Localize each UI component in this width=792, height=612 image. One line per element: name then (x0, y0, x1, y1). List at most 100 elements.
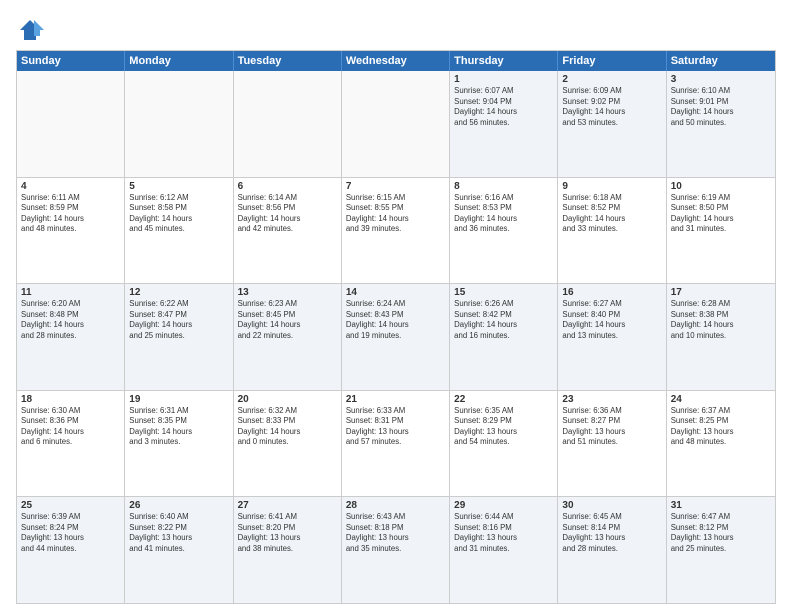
cell-info: Sunrise: 6:40 AM Sunset: 8:22 PM Dayligh… (129, 512, 228, 554)
day-cell-11: 11Sunrise: 6:20 AM Sunset: 8:48 PM Dayli… (17, 284, 125, 390)
calendar-header: SundayMondayTuesdayWednesdayThursdayFrid… (17, 51, 775, 71)
day-cell-12: 12Sunrise: 6:22 AM Sunset: 8:47 PM Dayli… (125, 284, 233, 390)
day-number: 5 (129, 181, 228, 192)
cell-info: Sunrise: 6:26 AM Sunset: 8:42 PM Dayligh… (454, 299, 553, 341)
cell-info: Sunrise: 6:30 AM Sunset: 8:36 PM Dayligh… (21, 406, 120, 448)
day-cell-26: 26Sunrise: 6:40 AM Sunset: 8:22 PM Dayli… (125, 497, 233, 603)
cell-info: Sunrise: 6:45 AM Sunset: 8:14 PM Dayligh… (562, 512, 661, 554)
logo (16, 16, 48, 44)
day-cell-3: 3Sunrise: 6:10 AM Sunset: 9:01 PM Daylig… (667, 71, 775, 177)
header-day-sunday: Sunday (17, 51, 125, 71)
day-cell-13: 13Sunrise: 6:23 AM Sunset: 8:45 PM Dayli… (234, 284, 342, 390)
day-number: 18 (21, 394, 120, 405)
day-number: 10 (671, 181, 771, 192)
day-number: 26 (129, 500, 228, 511)
day-cell-25: 25Sunrise: 6:39 AM Sunset: 8:24 PM Dayli… (17, 497, 125, 603)
cell-info: Sunrise: 6:43 AM Sunset: 8:18 PM Dayligh… (346, 512, 445, 554)
cell-info: Sunrise: 6:24 AM Sunset: 8:43 PM Dayligh… (346, 299, 445, 341)
day-cell-21: 21Sunrise: 6:33 AM Sunset: 8:31 PM Dayli… (342, 391, 450, 497)
day-cell-31: 31Sunrise: 6:47 AM Sunset: 8:12 PM Dayli… (667, 497, 775, 603)
header-day-friday: Friday (558, 51, 666, 71)
day-cell-23: 23Sunrise: 6:36 AM Sunset: 8:27 PM Dayli… (558, 391, 666, 497)
cell-info: Sunrise: 6:18 AM Sunset: 8:52 PM Dayligh… (562, 193, 661, 235)
day-number: 13 (238, 287, 337, 298)
day-number: 27 (238, 500, 337, 511)
day-number: 7 (346, 181, 445, 192)
cell-info: Sunrise: 6:15 AM Sunset: 8:55 PM Dayligh… (346, 193, 445, 235)
empty-cell-0-1 (125, 71, 233, 177)
day-cell-1: 1Sunrise: 6:07 AM Sunset: 9:04 PM Daylig… (450, 71, 558, 177)
empty-cell-0-2 (234, 71, 342, 177)
day-cell-17: 17Sunrise: 6:28 AM Sunset: 8:38 PM Dayli… (667, 284, 775, 390)
header-day-saturday: Saturday (667, 51, 775, 71)
logo-icon (16, 16, 44, 44)
day-number: 20 (238, 394, 337, 405)
cell-info: Sunrise: 6:35 AM Sunset: 8:29 PM Dayligh… (454, 406, 553, 448)
header-day-wednesday: Wednesday (342, 51, 450, 71)
day-number: 16 (562, 287, 661, 298)
cell-info: Sunrise: 6:16 AM Sunset: 8:53 PM Dayligh… (454, 193, 553, 235)
day-number: 29 (454, 500, 553, 511)
cell-info: Sunrise: 6:37 AM Sunset: 8:25 PM Dayligh… (671, 406, 771, 448)
day-number: 11 (21, 287, 120, 298)
day-number: 30 (562, 500, 661, 511)
cell-info: Sunrise: 6:11 AM Sunset: 8:59 PM Dayligh… (21, 193, 120, 235)
day-number: 31 (671, 500, 771, 511)
calendar-row-1: 4Sunrise: 6:11 AM Sunset: 8:59 PM Daylig… (17, 177, 775, 284)
day-cell-15: 15Sunrise: 6:26 AM Sunset: 8:42 PM Dayli… (450, 284, 558, 390)
day-cell-29: 29Sunrise: 6:44 AM Sunset: 8:16 PM Dayli… (450, 497, 558, 603)
cell-info: Sunrise: 6:10 AM Sunset: 9:01 PM Dayligh… (671, 86, 771, 128)
cell-info: Sunrise: 6:41 AM Sunset: 8:20 PM Dayligh… (238, 512, 337, 554)
day-cell-2: 2Sunrise: 6:09 AM Sunset: 9:02 PM Daylig… (558, 71, 666, 177)
day-number: 23 (562, 394, 661, 405)
day-number: 6 (238, 181, 337, 192)
day-cell-5: 5Sunrise: 6:12 AM Sunset: 8:58 PM Daylig… (125, 178, 233, 284)
cell-info: Sunrise: 6:14 AM Sunset: 8:56 PM Dayligh… (238, 193, 337, 235)
day-number: 1 (454, 74, 553, 85)
day-cell-20: 20Sunrise: 6:32 AM Sunset: 8:33 PM Dayli… (234, 391, 342, 497)
day-number: 24 (671, 394, 771, 405)
day-number: 19 (129, 394, 228, 405)
calendar-row-0: 1Sunrise: 6:07 AM Sunset: 9:04 PM Daylig… (17, 71, 775, 177)
day-cell-8: 8Sunrise: 6:16 AM Sunset: 8:53 PM Daylig… (450, 178, 558, 284)
cell-info: Sunrise: 6:23 AM Sunset: 8:45 PM Dayligh… (238, 299, 337, 341)
day-number: 9 (562, 181, 661, 192)
calendar-body: 1Sunrise: 6:07 AM Sunset: 9:04 PM Daylig… (17, 71, 775, 603)
day-number: 25 (21, 500, 120, 511)
cell-info: Sunrise: 6:22 AM Sunset: 8:47 PM Dayligh… (129, 299, 228, 341)
day-cell-27: 27Sunrise: 6:41 AM Sunset: 8:20 PM Dayli… (234, 497, 342, 603)
day-cell-18: 18Sunrise: 6:30 AM Sunset: 8:36 PM Dayli… (17, 391, 125, 497)
day-cell-22: 22Sunrise: 6:35 AM Sunset: 8:29 PM Dayli… (450, 391, 558, 497)
cell-info: Sunrise: 6:12 AM Sunset: 8:58 PM Dayligh… (129, 193, 228, 235)
cell-info: Sunrise: 6:31 AM Sunset: 8:35 PM Dayligh… (129, 406, 228, 448)
cell-info: Sunrise: 6:28 AM Sunset: 8:38 PM Dayligh… (671, 299, 771, 341)
day-number: 14 (346, 287, 445, 298)
cell-info: Sunrise: 6:36 AM Sunset: 8:27 PM Dayligh… (562, 406, 661, 448)
day-cell-14: 14Sunrise: 6:24 AM Sunset: 8:43 PM Dayli… (342, 284, 450, 390)
cell-info: Sunrise: 6:39 AM Sunset: 8:24 PM Dayligh… (21, 512, 120, 554)
cell-info: Sunrise: 6:33 AM Sunset: 8:31 PM Dayligh… (346, 406, 445, 448)
cell-info: Sunrise: 6:20 AM Sunset: 8:48 PM Dayligh… (21, 299, 120, 341)
cell-info: Sunrise: 6:44 AM Sunset: 8:16 PM Dayligh… (454, 512, 553, 554)
cell-info: Sunrise: 6:19 AM Sunset: 8:50 PM Dayligh… (671, 193, 771, 235)
day-cell-30: 30Sunrise: 6:45 AM Sunset: 8:14 PM Dayli… (558, 497, 666, 603)
cell-info: Sunrise: 6:27 AM Sunset: 8:40 PM Dayligh… (562, 299, 661, 341)
day-number: 15 (454, 287, 553, 298)
day-number: 17 (671, 287, 771, 298)
empty-cell-0-0 (17, 71, 125, 177)
day-number: 3 (671, 74, 771, 85)
cell-info: Sunrise: 6:09 AM Sunset: 9:02 PM Dayligh… (562, 86, 661, 128)
day-number: 21 (346, 394, 445, 405)
day-cell-16: 16Sunrise: 6:27 AM Sunset: 8:40 PM Dayli… (558, 284, 666, 390)
day-number: 12 (129, 287, 228, 298)
calendar-row-4: 25Sunrise: 6:39 AM Sunset: 8:24 PM Dayli… (17, 496, 775, 603)
header (16, 12, 776, 44)
page: SundayMondayTuesdayWednesdayThursdayFrid… (0, 0, 792, 612)
day-cell-9: 9Sunrise: 6:18 AM Sunset: 8:52 PM Daylig… (558, 178, 666, 284)
day-cell-19: 19Sunrise: 6:31 AM Sunset: 8:35 PM Dayli… (125, 391, 233, 497)
header-day-thursday: Thursday (450, 51, 558, 71)
day-number: 22 (454, 394, 553, 405)
cell-info: Sunrise: 6:47 AM Sunset: 8:12 PM Dayligh… (671, 512, 771, 554)
day-cell-24: 24Sunrise: 6:37 AM Sunset: 8:25 PM Dayli… (667, 391, 775, 497)
day-number: 4 (21, 181, 120, 192)
